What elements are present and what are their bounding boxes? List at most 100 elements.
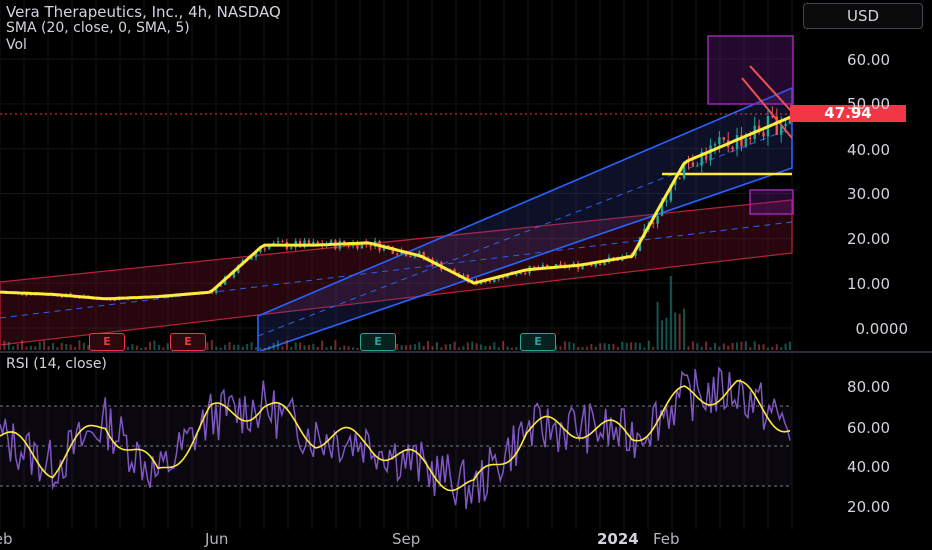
volume-bar <box>277 340 280 350</box>
volume-bar <box>705 341 708 350</box>
volume-bar <box>338 347 341 350</box>
time-axis-label: Jun <box>205 530 229 548</box>
volume-bar <box>219 347 222 350</box>
volume-bar <box>12 346 15 350</box>
volume-bar <box>330 346 333 350</box>
volume-bar <box>34 346 37 350</box>
price-candle <box>263 248 267 250</box>
volume-bar <box>784 343 787 350</box>
rsi-axis-label: 60.00 <box>847 419 890 437</box>
price-candle <box>656 215 659 224</box>
volume-bar <box>285 340 288 350</box>
volume-bar <box>630 342 633 350</box>
price-candle <box>519 272 522 275</box>
earnings-marker[interactable]: E <box>520 333 556 351</box>
volume-bar <box>149 341 152 350</box>
price-candle <box>779 126 783 135</box>
volume-bar <box>232 344 235 350</box>
volume-bar <box>126 346 129 350</box>
volume-bar <box>466 342 469 350</box>
volume-bar <box>457 347 460 350</box>
volume-bar <box>0 346 1 350</box>
symbol-title[interactable]: Vera Therapeutics, Inc., 4h, NASDAQ <box>6 3 281 21</box>
rsi-legend[interactable]: RSI (14, close) <box>6 356 107 372</box>
volume-bar <box>215 346 218 350</box>
price-candle <box>532 266 536 268</box>
volume-bar <box>246 343 249 350</box>
volume-bar <box>347 346 350 350</box>
volume-bar <box>510 347 513 350</box>
volume-bar <box>140 347 143 350</box>
volume-bar <box>736 342 739 350</box>
volume-bar <box>700 346 703 350</box>
volume-bar <box>299 342 302 350</box>
volume-bar <box>652 346 655 350</box>
volume-bar <box>352 347 355 350</box>
volume-bar <box>497 347 500 350</box>
volume-bar <box>259 347 262 350</box>
price-candle <box>276 241 280 243</box>
volume-bar <box>254 347 257 350</box>
price-candle <box>691 162 695 166</box>
price-candle <box>290 247 293 249</box>
volume-bar <box>166 343 169 350</box>
price-axis-label: 50.00 <box>847 95 890 113</box>
price-candle <box>762 132 765 137</box>
volume-bar <box>775 344 778 350</box>
volume-bar <box>647 340 650 350</box>
volume-bar <box>307 344 310 350</box>
volume-bar <box>440 347 443 350</box>
purple-target-box <box>707 35 794 105</box>
earnings-marker[interactable]: E <box>89 333 125 351</box>
volume-bar <box>691 341 694 350</box>
volume-bar <box>484 346 487 350</box>
price-candle <box>735 135 739 150</box>
volume-bar <box>625 342 628 350</box>
volume-bar <box>21 340 24 350</box>
volume-bar <box>462 346 465 350</box>
volume-bar <box>334 340 337 350</box>
volume-bar <box>683 308 686 350</box>
price-candle <box>744 137 748 147</box>
volume-bar <box>422 345 425 350</box>
volume-bar <box>608 343 611 350</box>
volume-bar <box>568 341 571 350</box>
volume-bar <box>471 341 474 350</box>
volume-bar <box>718 346 721 350</box>
volume-bar <box>744 341 747 350</box>
price-candle <box>784 123 787 127</box>
price-candle <box>599 263 602 266</box>
earnings-marker[interactable]: E <box>360 333 396 351</box>
price-candle <box>665 200 668 203</box>
volume-bar <box>400 345 403 350</box>
sma-legend[interactable]: SMA (20, close, 0, SMA, 5) <box>6 20 190 36</box>
volume-bar <box>594 346 597 350</box>
volume-bar <box>303 345 306 350</box>
volume-bar <box>572 343 575 350</box>
volume-bar <box>82 342 85 350</box>
volume-legend[interactable]: Vol <box>6 37 27 53</box>
earnings-marker[interactable]: E <box>170 333 206 351</box>
volume-bar <box>713 342 716 350</box>
volume-bar <box>480 344 483 350</box>
price-candle <box>409 256 412 258</box>
rsi-axis-label: 40.00 <box>847 458 890 476</box>
volume-bar <box>731 342 734 350</box>
volume-bar <box>56 347 59 350</box>
volume-bar <box>766 347 769 350</box>
volume-bar <box>771 347 774 350</box>
volume-bar <box>51 342 54 350</box>
price-candle <box>718 137 721 145</box>
price-candle <box>281 241 284 243</box>
volume-bar <box>427 341 430 350</box>
volume-bar <box>749 347 752 350</box>
volume-bar <box>74 346 77 350</box>
price-axis-label: 20.00 <box>847 230 890 248</box>
currency-button[interactable]: USD <box>803 3 923 29</box>
volume-bar <box>237 344 240 350</box>
volume-bar <box>727 345 730 350</box>
volume-bar <box>281 346 284 350</box>
purple-support-box <box>749 189 794 215</box>
time-axis-label: Feb <box>653 530 680 548</box>
price-candle <box>113 299 116 301</box>
